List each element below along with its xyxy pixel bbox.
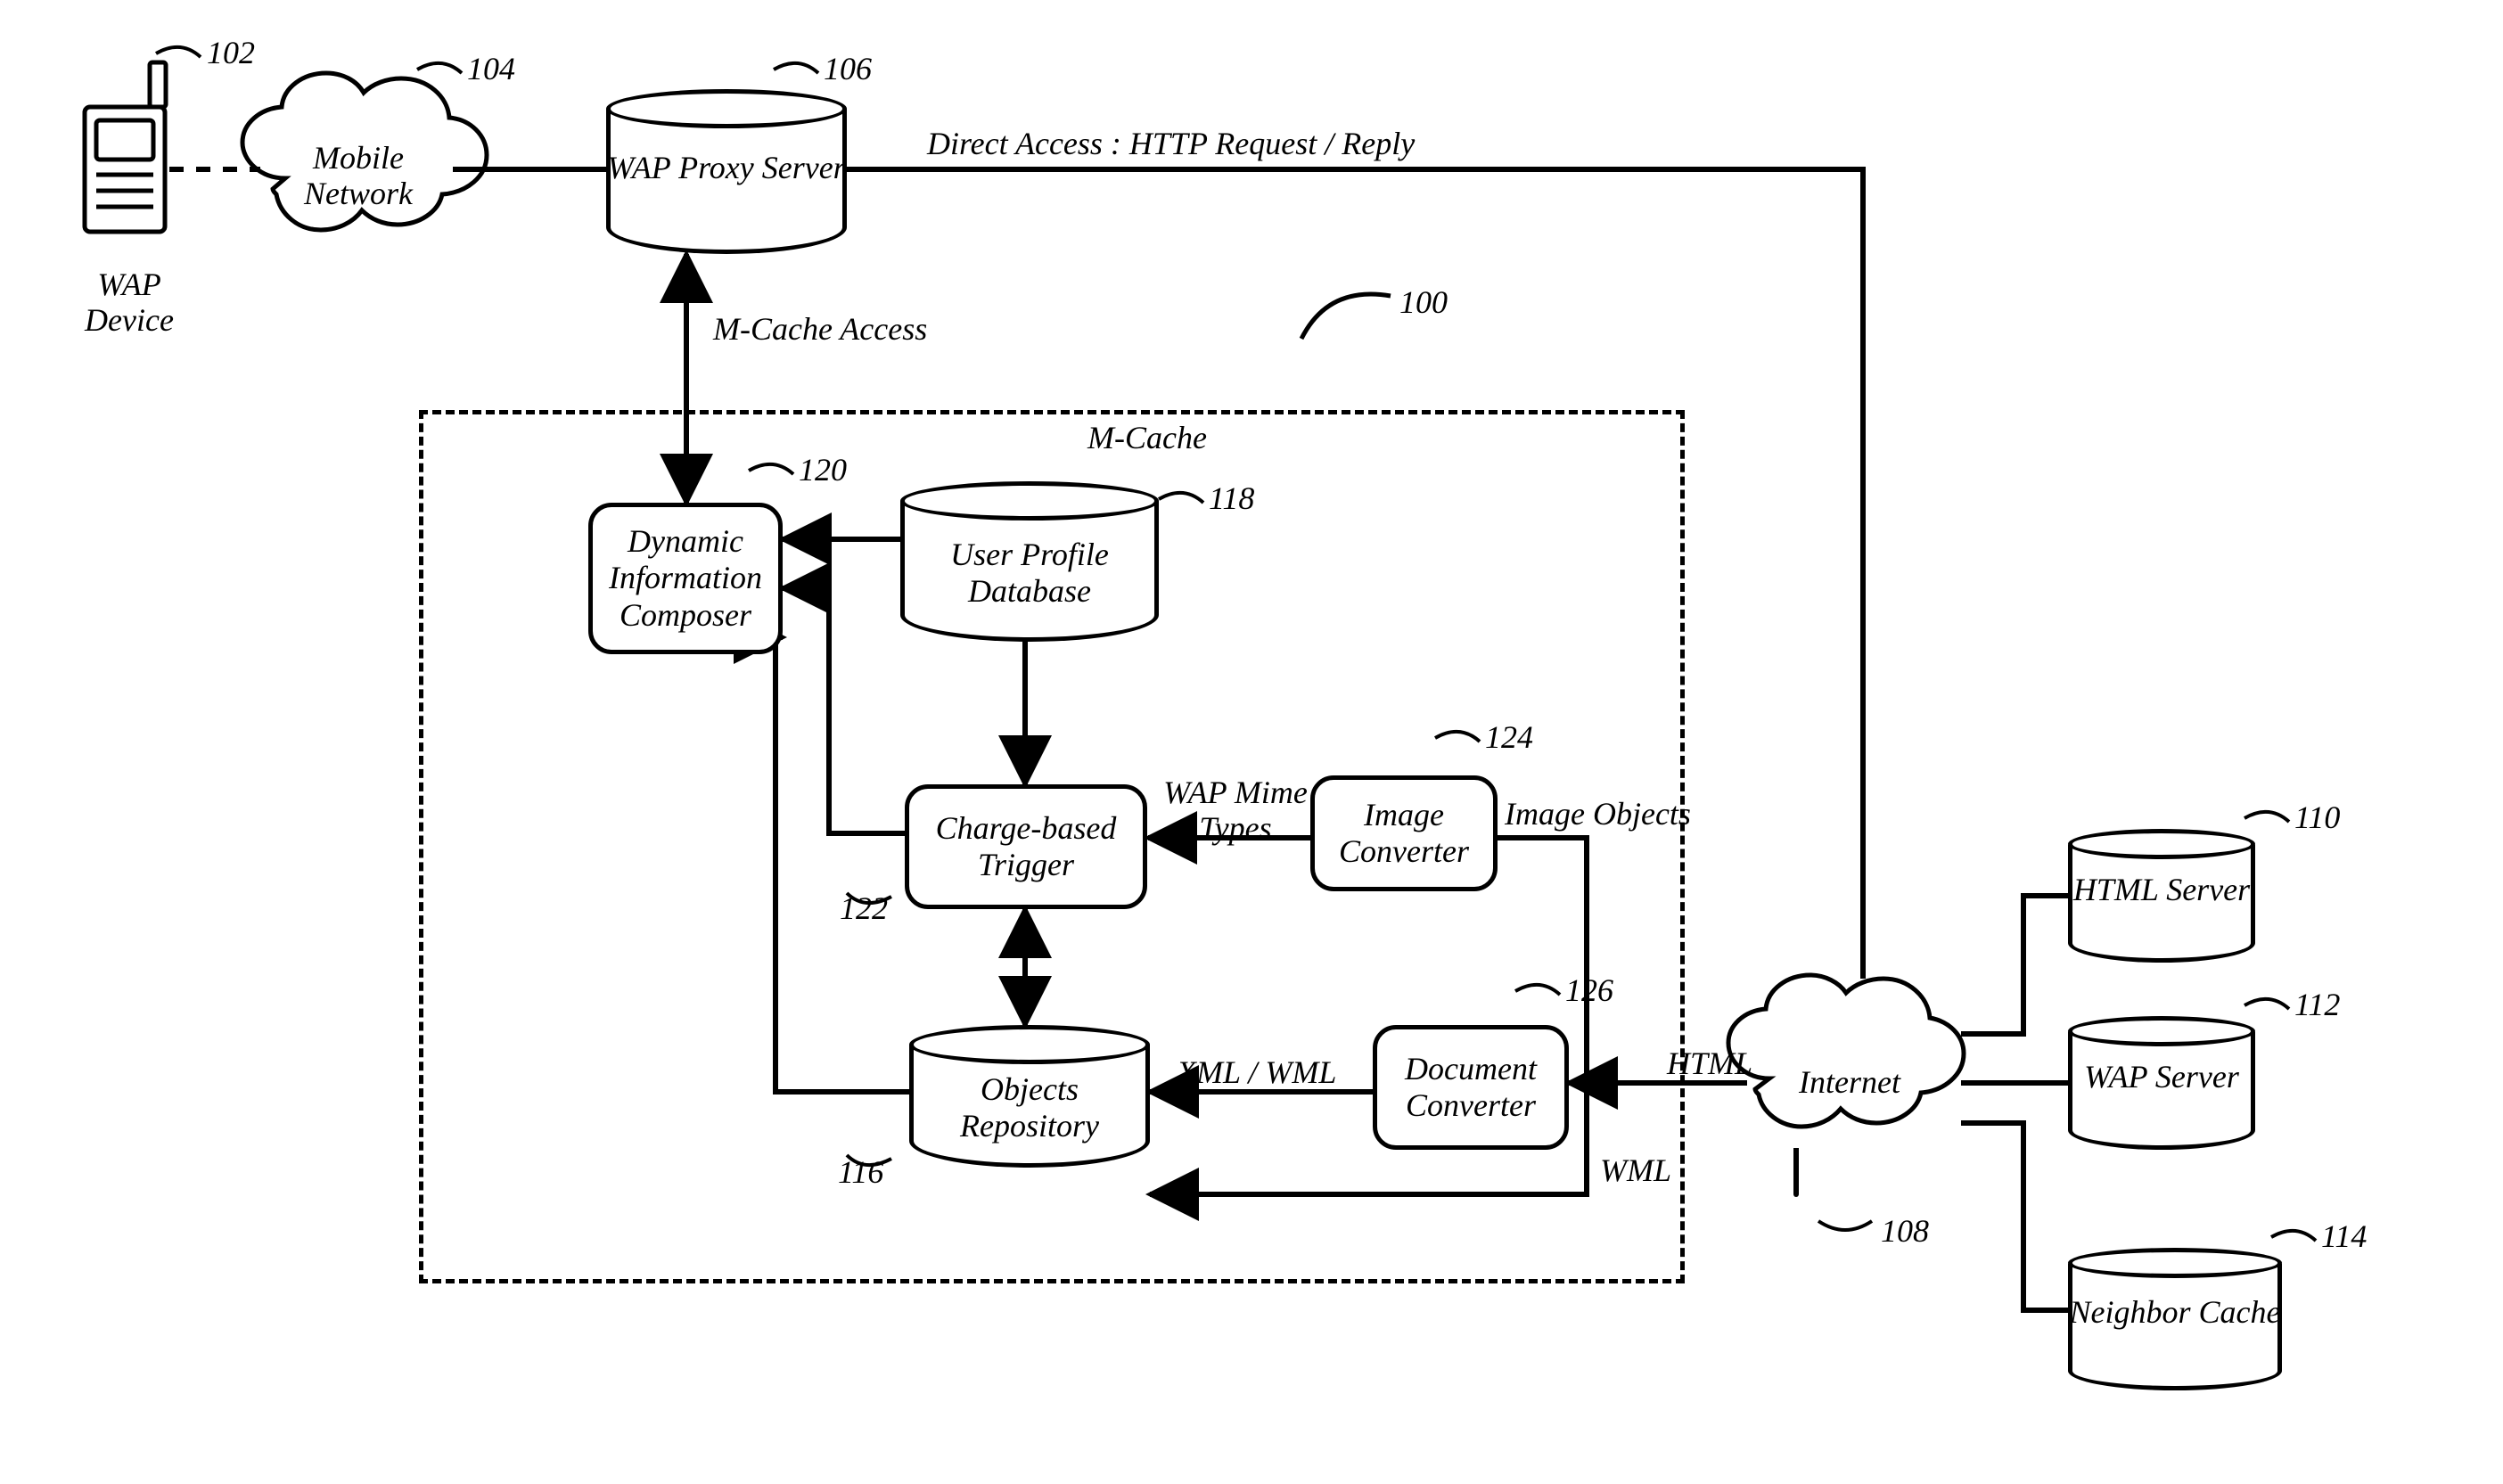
wap-proxy-server-label: WAP Proxy Server: [606, 150, 847, 186]
internet-label: Internet: [1799, 1065, 1900, 1101]
ref-110: 110: [2294, 800, 2340, 836]
ref-114: 114: [2321, 1219, 2367, 1255]
dynamic-info-composer: Dynamic Information Composer: [588, 503, 783, 654]
ref-108: 108: [1881, 1214, 1929, 1250]
image-objects-label: Image Objects: [1505, 797, 1691, 832]
html-server: HTML Server: [2068, 829, 2255, 963]
user-profile-db-label: User Profile Database: [900, 537, 1159, 611]
m-cache-label: M-Cache: [1087, 421, 1207, 456]
ref-104: 104: [467, 52, 515, 87]
ref-112: 112: [2294, 988, 2340, 1023]
mobile-network-label: Mobile Network: [287, 141, 430, 211]
wap-mime-types-label: WAP Mime Types: [1155, 775, 1316, 846]
charge-based-trigger: Charge-based Trigger: [905, 784, 1147, 909]
ref-122: 122: [840, 891, 888, 927]
objects-repository: Objects Repository: [909, 1025, 1150, 1168]
neighbor-cache: Neighbor Cache: [2068, 1248, 2282, 1390]
direct-access-label: Direct Access : HTTP Request / Reply: [927, 127, 1415, 162]
ref-106: 106: [824, 52, 872, 87]
image-converter: Image Converter: [1310, 775, 1498, 891]
document-converter: Document Converter: [1373, 1025, 1569, 1150]
ref-120: 120: [799, 453, 847, 488]
user-profile-db: User Profile Database: [900, 481, 1159, 642]
wap-device-label: WAP Device: [71, 267, 187, 338]
html-server-label: HTML Server: [2068, 872, 2255, 908]
wap-server: WAP Server: [2068, 1016, 2255, 1150]
wap-server-label: WAP Server: [2068, 1059, 2255, 1095]
ref-118: 118: [1209, 481, 1254, 517]
xml-wml-label: XML / WML: [1177, 1055, 1336, 1091]
charge-based-trigger-label: Charge-based Trigger: [936, 810, 1117, 884]
objects-repository-label: Objects Repository: [909, 1071, 1150, 1145]
ref-116: 116: [838, 1155, 883, 1191]
wml-label: WML: [1600, 1153, 1671, 1189]
html-label: HTML: [1667, 1046, 1752, 1082]
dynamic-info-composer-label: Dynamic Information Composer: [609, 523, 762, 634]
ref-124: 124: [1485, 720, 1533, 756]
document-converter-label: Document Converter: [1405, 1051, 1537, 1125]
ref-126: 126: [1565, 973, 1613, 1009]
image-converter-label: Image Converter: [1339, 797, 1469, 871]
neighbor-cache-label: Neighbor Cache: [2068, 1294, 2282, 1331]
ref-100: 100: [1399, 285, 1448, 321]
wap-proxy-server: WAP Proxy Server: [606, 89, 847, 254]
ref-102: 102: [207, 36, 255, 71]
m-cache-access-label: M-Cache Access: [713, 312, 927, 348]
